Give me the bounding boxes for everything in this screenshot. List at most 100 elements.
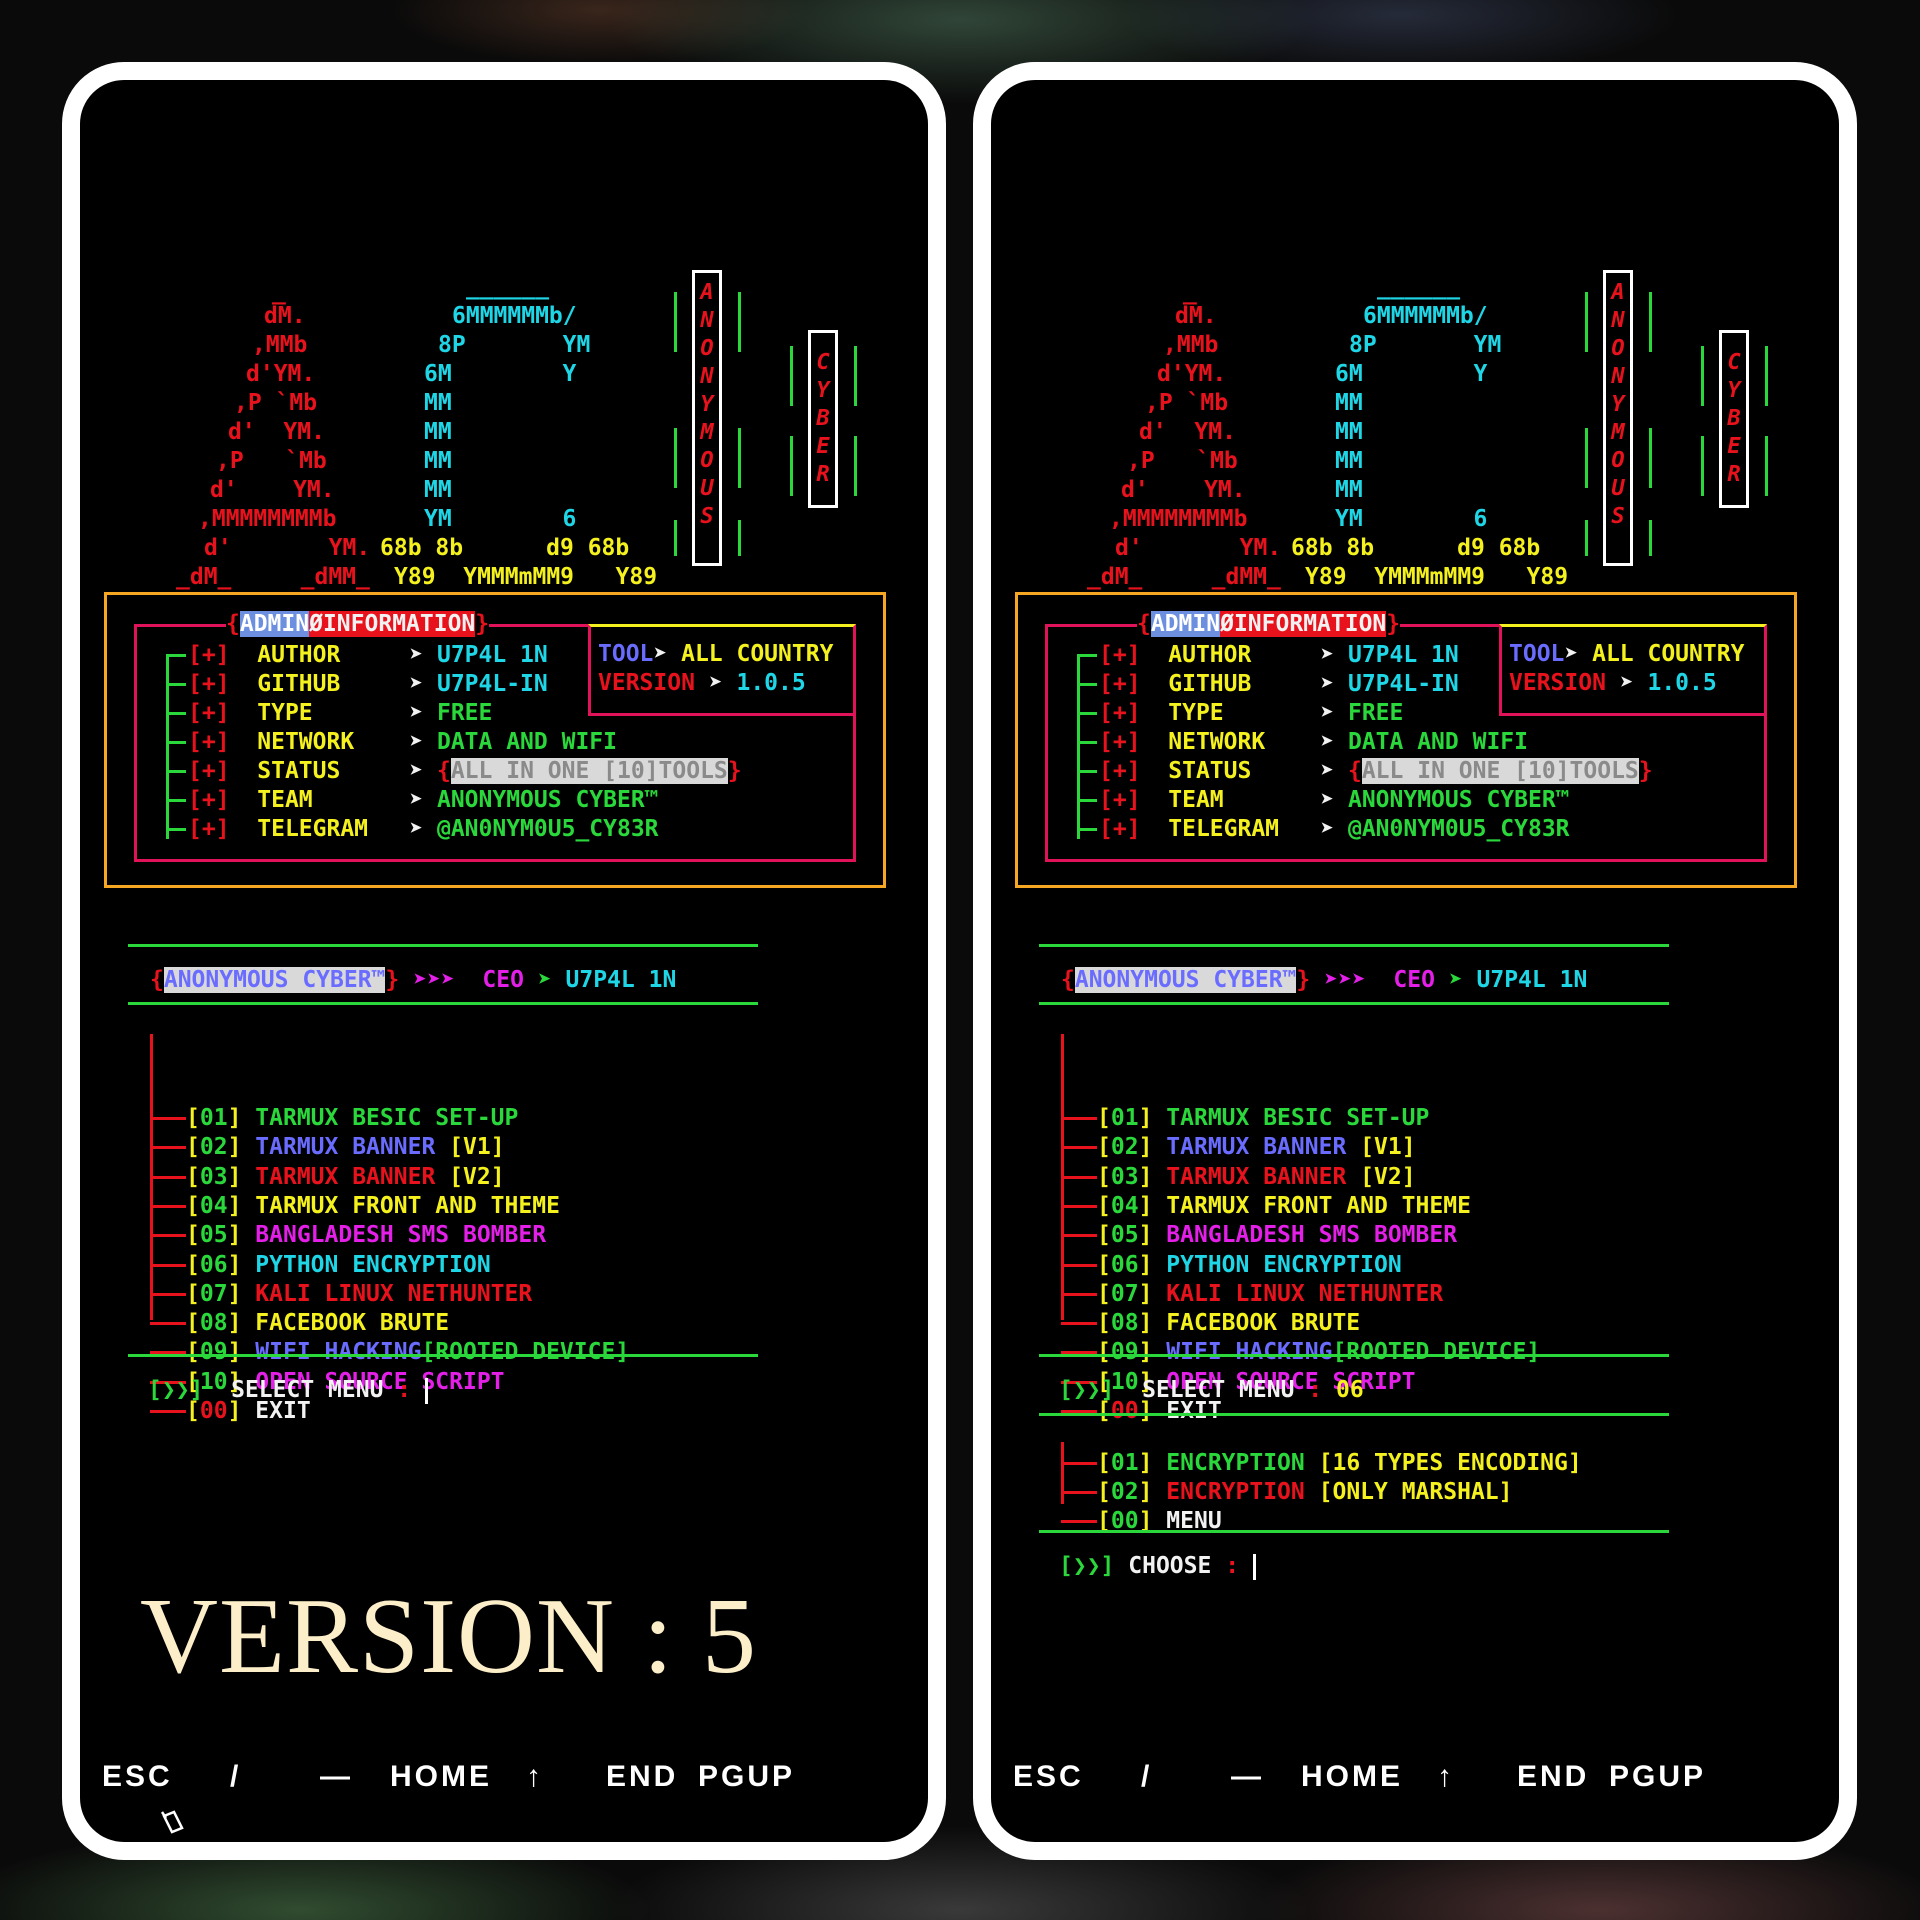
art-a-line: ,MMMMMMMMb	[198, 506, 337, 532]
art-c-line: 68b 8b d9 68b	[1291, 535, 1541, 561]
esc-key[interactable]: ESC	[1013, 1760, 1084, 1794]
art-a-line: _dM_ _dMM_	[1087, 564, 1281, 590]
rotate-icon[interactable]	[158, 1806, 188, 1836]
admin-row: [+] NETWORK ➤ DATA AND WIFI	[1099, 729, 1528, 755]
select-menu-prompt: [❯❯] SELECT MENU : 06	[1059, 1377, 1364, 1403]
art-c-line: MM	[424, 477, 452, 503]
art-c-line: 8P YM	[438, 332, 591, 358]
art-a-line: _dM_ _dMM_	[176, 564, 370, 590]
art-c-line: MM	[1335, 419, 1363, 445]
version-caption: VERSION : 5	[140, 1577, 758, 1696]
selected-value: 06	[1336, 1377, 1364, 1403]
text-cursor	[1252, 1553, 1256, 1580]
menu-item[interactable]: [01] TARMUX BESIC SET-UP	[1097, 1104, 1429, 1133]
art-a-line: d' YM.	[204, 535, 371, 561]
menu-item[interactable]: [05] BANGLADESH SMS BOMBER	[1097, 1221, 1457, 1250]
art-a-line: d' YM.	[1115, 535, 1282, 561]
art-a-line: ,P `Mb	[1127, 448, 1238, 474]
submenu-item[interactable]: [01] ENCRYPTION [16 TYPES ENCODING]	[1097, 1449, 1582, 1478]
menu-item[interactable]: [07] KALI LINUX NETHUNTER	[186, 1280, 532, 1309]
team-header: {ANONYMOUS CYBER™} ➤➤➤ CEO ➤ U7P4L 1N	[1061, 967, 1588, 993]
home-key[interactable]: HOME	[390, 1760, 492, 1794]
submenu-item[interactable]: [02] ENCRYPTION [ONLY MARSHAL]	[1097, 1478, 1513, 1507]
menu-item[interactable]: [06] PYTHON ENCRYPTION	[1097, 1251, 1402, 1280]
art-c-line: MM	[1335, 448, 1363, 474]
art-c-line: MM	[424, 448, 452, 474]
esc-key[interactable]: ESC	[102, 1760, 173, 1794]
admin-row: [+] TELEGRAM ➤ @AN0NYM0U5_CY83R	[1099, 816, 1570, 842]
team-header: {ANONYMOUS CYBER™} ➤➤➤ CEO ➤ U7P4L 1N	[150, 967, 677, 993]
art-c-line: MM	[1335, 477, 1363, 503]
dash-key[interactable]: —	[320, 1760, 353, 1794]
art-a-line: dM.	[1175, 303, 1217, 329]
art-a-line: d' YM.	[1139, 419, 1236, 445]
art-a-line: ,P `Mb	[216, 448, 327, 474]
admin-row: [+] TYPE ➤ FREE	[1099, 700, 1404, 726]
menu-item[interactable]: [08] FACEBOOK BRUTE	[1097, 1309, 1360, 1338]
art-c-line: 6M Y	[1335, 361, 1488, 387]
menu-item[interactable]: [02] TARMUX BANNER [V1]	[186, 1133, 505, 1162]
art-a-line: ,MMb	[252, 332, 308, 358]
menu-item[interactable]: [03] TARMUX BANNER [V2]	[1097, 1163, 1416, 1192]
menu-item[interactable]: [05] BANGLADESH SMS BOMBER	[186, 1221, 546, 1250]
menu-item[interactable]: [08] FACEBOOK BRUTE	[186, 1309, 449, 1338]
end-key[interactable]: END	[1517, 1760, 1589, 1794]
tool-info: TOOL➤ ALL COUNTRY	[1509, 641, 1745, 667]
art-c-line: 6M Y	[424, 361, 577, 387]
admin-row: [+] TEAM ➤ ANONYMOUS CYBER™	[1099, 787, 1570, 813]
pgup-key[interactable]: PGUP	[1609, 1760, 1706, 1794]
menu-item[interactable]: [01] TARMUX BESIC SET-UP	[186, 1104, 518, 1133]
slash-key[interactable]: /	[230, 1760, 241, 1794]
art-c-line: MM	[424, 419, 452, 445]
extra-keys-row: ESC / — HOME ↑ END PGUP	[80, 1760, 928, 1800]
art-c-line: YM 6	[1335, 506, 1488, 532]
art-a-line: ,P `Mb	[234, 390, 318, 416]
admin-row: [+] GITHUB ➤ U7P4L-IN	[1099, 671, 1459, 697]
admin-title: {ADMINØINFORMATION}	[1137, 610, 1401, 639]
menu-item[interactable]: [04] TARMUX FRONT AND THEME	[1097, 1192, 1471, 1221]
cyber-vertical-label: C Y B E R	[1719, 330, 1749, 508]
art-c-line: 8P YM	[1349, 332, 1502, 358]
admin-row: [+] TEAM ➤ ANONYMOUS CYBER™	[188, 787, 659, 813]
home-key[interactable]: HOME	[1301, 1760, 1403, 1794]
menu-item[interactable]: [09] WIFI HACKING[ROOTED DEVICE]	[186, 1338, 629, 1367]
version-info: VERSION ➤ 1.0.5	[1509, 670, 1717, 696]
admin-row: [+] GITHUB ➤ U7P4L-IN	[188, 671, 548, 697]
art-c-line: ______	[1377, 274, 1461, 300]
version-info: VERSION ➤ 1.0.5	[598, 670, 806, 696]
art-c-line: MM	[424, 390, 452, 416]
up-arrow-key[interactable]: ↑	[1437, 1760, 1455, 1794]
slash-key[interactable]: /	[1141, 1760, 1152, 1794]
art-a-line: d'YM.	[1157, 361, 1227, 387]
admin-row: [+] STATUS ➤ {ALL IN ONE [10]TOOLS}	[188, 758, 742, 784]
art-c-line: 6MMMMMMb/	[1363, 303, 1488, 329]
dash-key[interactable]: —	[1231, 1760, 1264, 1794]
choose-prompt[interactable]: [❯❯] CHOOSE :	[1059, 1552, 1256, 1581]
menu-item[interactable]: [07] KALI LINUX NETHUNTER	[1097, 1280, 1443, 1309]
art-a-line: ,MMMMMMMMb	[1109, 506, 1248, 532]
art-c-line: 68b 8b d9 68b	[380, 535, 630, 561]
art-a-line: ,MMb	[1163, 332, 1219, 358]
terminal-screen-submenu: _ dM. ,MMb d'YM. ,P `Mb d' YM. ,P `Mb d'…	[973, 62, 1857, 1860]
anonymous-vertical-label: A N O N Y M O U S	[1603, 270, 1633, 566]
menu-item[interactable]: [02] TARMUX BANNER [V1]	[1097, 1133, 1416, 1162]
menu-item[interactable]: [06] PYTHON ENCRYPTION	[186, 1251, 491, 1280]
terminal-screen-main-menu: _ dM. ,MMb d'YM. ,P `Mb d' YM. ,P `Mb d'…	[62, 62, 946, 1860]
art-c-line: ______	[466, 274, 550, 300]
cyber-vertical-label: C Y B E R	[808, 330, 838, 508]
admin-row: [+] TYPE ➤ FREE	[188, 700, 493, 726]
select-menu-prompt[interactable]: [❯❯] SELECT MENU :	[148, 1376, 428, 1405]
menu-item[interactable]: [09] WIFI HACKING[ROOTED DEVICE]	[1097, 1338, 1540, 1367]
pgup-key[interactable]: PGUP	[698, 1760, 795, 1794]
art-c-line: Y89 YMMMmMM9 Y89	[1305, 564, 1569, 590]
end-key[interactable]: END	[606, 1760, 678, 1794]
art-a-line: d' YM.	[228, 419, 325, 445]
admin-row: [+] NETWORK ➤ DATA AND WIFI	[188, 729, 617, 755]
admin-row: [+] TELEGRAM ➤ @AN0NYM0U5_CY83R	[188, 816, 659, 842]
admin-title: {ADMINØINFORMATION}	[226, 610, 490, 639]
up-arrow-key[interactable]: ↑	[526, 1760, 544, 1794]
art-a-line: d'YM.	[246, 361, 316, 387]
menu-item[interactable]: [03] TARMUX BANNER [V2]	[186, 1163, 505, 1192]
menu-item[interactable]: [04] TARMUX FRONT AND THEME	[186, 1192, 560, 1221]
admin-row: [+] AUTHOR ➤ U7P4L 1N	[188, 642, 548, 668]
